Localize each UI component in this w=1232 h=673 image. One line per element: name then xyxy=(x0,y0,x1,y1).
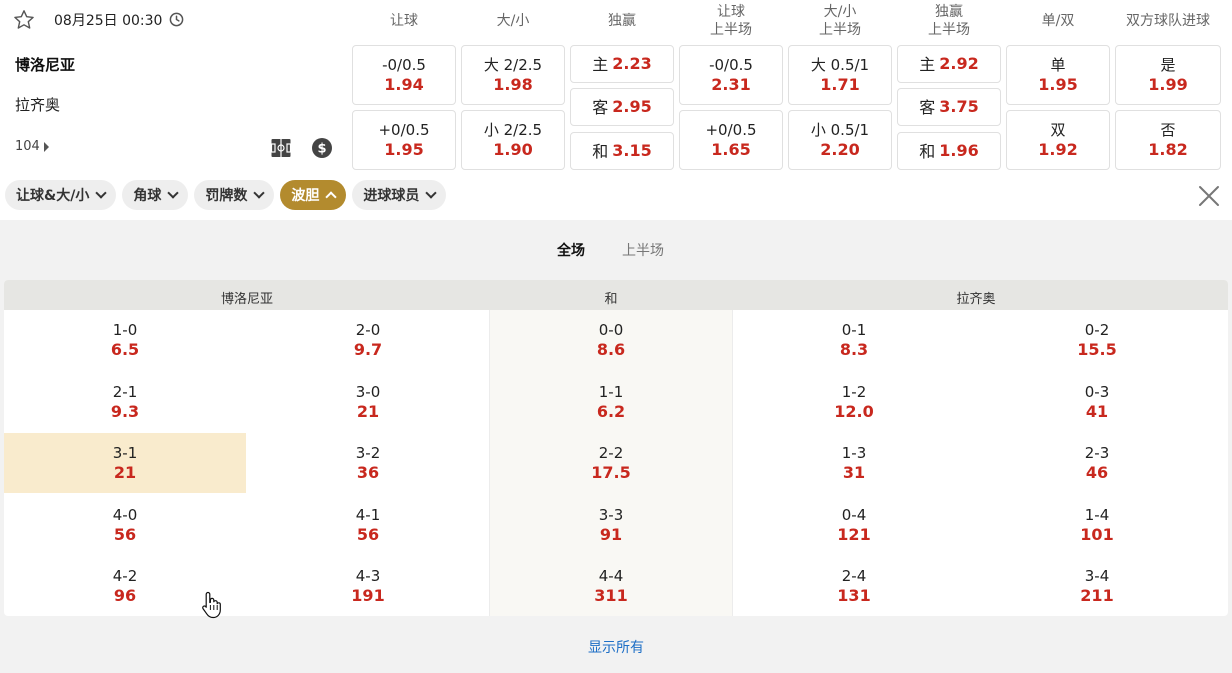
score-cell[interactable]: 1-4 101 xyxy=(976,495,1218,555)
odds-total-1h-over[interactable]: 大 0.5/1 1.71 xyxy=(788,45,892,105)
header-handicap: 让球 xyxy=(390,13,418,29)
odds-moneyline-1h-draw[interactable]: 和 1.96 xyxy=(897,132,1001,170)
column-away-team: 拉齐奥 xyxy=(956,292,996,307)
odds-even[interactable]: 双 1.92 xyxy=(1006,110,1110,170)
market-filter-chips: 让球&大/小 角球 罚牌数 波胆 进球球员 xyxy=(5,180,447,210)
score-cell[interactable]: 3-2 36 xyxy=(247,433,489,493)
chevron-down-icon xyxy=(95,187,107,199)
score-cell-draw[interactable]: 0-0 8.6 xyxy=(490,310,732,370)
match-datetime: 08月25日 00:30 xyxy=(54,13,163,29)
score-cell[interactable]: 0-4 121 xyxy=(733,495,975,555)
odds-total-under[interactable]: 小 2/2.5 1.90 xyxy=(461,110,565,170)
chip-cards[interactable]: 罚牌数 xyxy=(194,180,275,210)
home-team-name[interactable]: 博洛尼亚 xyxy=(15,54,75,75)
score-cell-draw[interactable]: 3-3 91 xyxy=(490,495,732,555)
score-cell[interactable]: 0-1 8.3 xyxy=(733,310,975,370)
header-btts: 双方球队进球 xyxy=(1126,13,1210,29)
score-cell-draw[interactable]: 2-2 17.5 xyxy=(490,433,732,493)
svg-text:$: $ xyxy=(317,142,326,157)
chip-corners[interactable]: 角球 xyxy=(122,180,189,210)
odds-total-1h-under[interactable]: 小 0.5/1 2.20 xyxy=(788,110,892,170)
score-cell[interactable]: 4-1 56 xyxy=(247,495,489,555)
score-cell[interactable]: 1-2 12.0 xyxy=(733,372,975,432)
more-markets-link[interactable]: 104 xyxy=(15,139,49,154)
odds-moneyline-home[interactable]: 主 2.23 xyxy=(570,45,674,83)
column-home-team: 博洛尼亚 xyxy=(220,292,274,307)
show-all-link[interactable]: 显示所有 xyxy=(0,637,1232,657)
chevron-up-icon xyxy=(325,191,337,203)
header-moneyline: 独赢 xyxy=(608,13,636,29)
pitch-stats-icon[interactable] xyxy=(270,137,292,159)
match-row: 08月25日 00:30 博洛尼亚 拉齐奥 104 $ 让球 大/小 独赢 让球… xyxy=(0,0,1232,178)
favorite-star-icon[interactable] xyxy=(12,8,36,32)
odds-total-over[interactable]: 大 2/2.5 1.98 xyxy=(461,45,565,105)
odds-odd[interactable]: 单 1.95 xyxy=(1006,45,1110,105)
score-grid-header: 博洛尼亚 和 拉齐奥 xyxy=(4,280,1228,310)
score-cell[interactable]: 3-0 21 xyxy=(247,372,489,432)
chevron-down-icon xyxy=(425,187,437,199)
odds-moneyline-1h-home[interactable]: 主 2.92 xyxy=(897,45,1001,83)
period-tabs: 全场 上半场 xyxy=(0,220,1232,278)
score-cell[interactable]: 0-2 15.5 xyxy=(976,310,1218,370)
chip-goalscorer[interactable]: 进球球员 xyxy=(352,180,447,210)
correct-score-grid: 博洛尼亚 和 拉齐奥 1-0 6.5 2-0 9.7 2-1 9.3 3-0 21 3-… xyxy=(4,280,1228,616)
header-total: 大/小 xyxy=(496,13,530,29)
odds-moneyline-draw[interactable]: 和 3.15 xyxy=(570,132,674,170)
chip-correct-score[interactable]: 波胆 xyxy=(280,180,347,210)
score-cell[interactable]: 2-4 131 xyxy=(733,556,975,616)
score-cell[interactable]: 1-0 6.5 xyxy=(4,310,246,370)
score-cell-hovered[interactable]: 3-1 21 xyxy=(4,433,246,493)
header-odd-even: 单/双 xyxy=(1041,13,1075,29)
header-total-1h: 大/小 上半场 xyxy=(819,4,861,38)
odds-handicap-away[interactable]: +0/0.5 1.95 xyxy=(352,110,456,170)
away-team-name[interactable]: 拉齐奥 xyxy=(15,94,60,115)
odds-moneyline-away[interactable]: 客 2.95 xyxy=(570,88,674,126)
score-cell[interactable]: 0-3 41 xyxy=(976,372,1218,432)
odds-handicap-1h-away[interactable]: +0/0.5 1.65 xyxy=(679,110,783,170)
odds-handicap-1h-home[interactable]: -0/0.5 2.31 xyxy=(679,45,783,105)
odds-btts-yes[interactable]: 是 1.99 xyxy=(1115,45,1221,105)
score-cell[interactable]: 2-3 46 xyxy=(976,433,1218,493)
odds-moneyline-1h-away[interactable]: 客 3.75 xyxy=(897,88,1001,126)
header-handicap-1h: 让球 上半场 xyxy=(710,4,752,38)
chip-handicap-total[interactable]: 让球&大/小 xyxy=(5,180,117,210)
header-moneyline-1h: 独赢 上半场 xyxy=(928,4,970,38)
chevron-down-icon xyxy=(253,187,265,199)
live-clock-icon xyxy=(169,12,184,27)
score-cell-draw[interactable]: 4-4 311 xyxy=(490,556,732,616)
column-draw: 和 xyxy=(604,292,618,307)
score-cell[interactable]: 4-0 56 xyxy=(4,495,246,555)
close-icon[interactable] xyxy=(1197,184,1221,208)
score-cell-draw[interactable]: 1-1 6.2 xyxy=(490,372,732,432)
score-cell[interactable]: 2-1 9.3 xyxy=(4,372,246,432)
score-cell[interactable]: 2-0 9.7 xyxy=(247,310,489,370)
tab-full-time[interactable]: 全场 xyxy=(557,240,585,260)
score-cell[interactable]: 4-3 191 xyxy=(247,556,489,616)
chevron-down-icon xyxy=(167,187,179,199)
odds-handicap-home[interactable]: -0/0.5 1.94 xyxy=(352,45,456,105)
odds-btts-no[interactable]: 否 1.82 xyxy=(1115,110,1221,170)
tab-first-half[interactable]: 上半场 xyxy=(622,240,664,260)
correct-score-panel: 全场 上半场 博洛尼亚 和 拉齐奥 1-0 6.5 2-0 9.7 2-1 9.3 3… xyxy=(0,220,1232,673)
hand-pointer-icon xyxy=(202,591,221,619)
more-markets-count: 104 xyxy=(15,139,40,154)
cash-out-icon[interactable]: $ xyxy=(311,137,333,159)
score-cell[interactable]: 3-4 211 xyxy=(976,556,1218,616)
score-cell[interactable]: 1-3 31 xyxy=(733,433,975,493)
caret-right-icon xyxy=(43,141,49,152)
